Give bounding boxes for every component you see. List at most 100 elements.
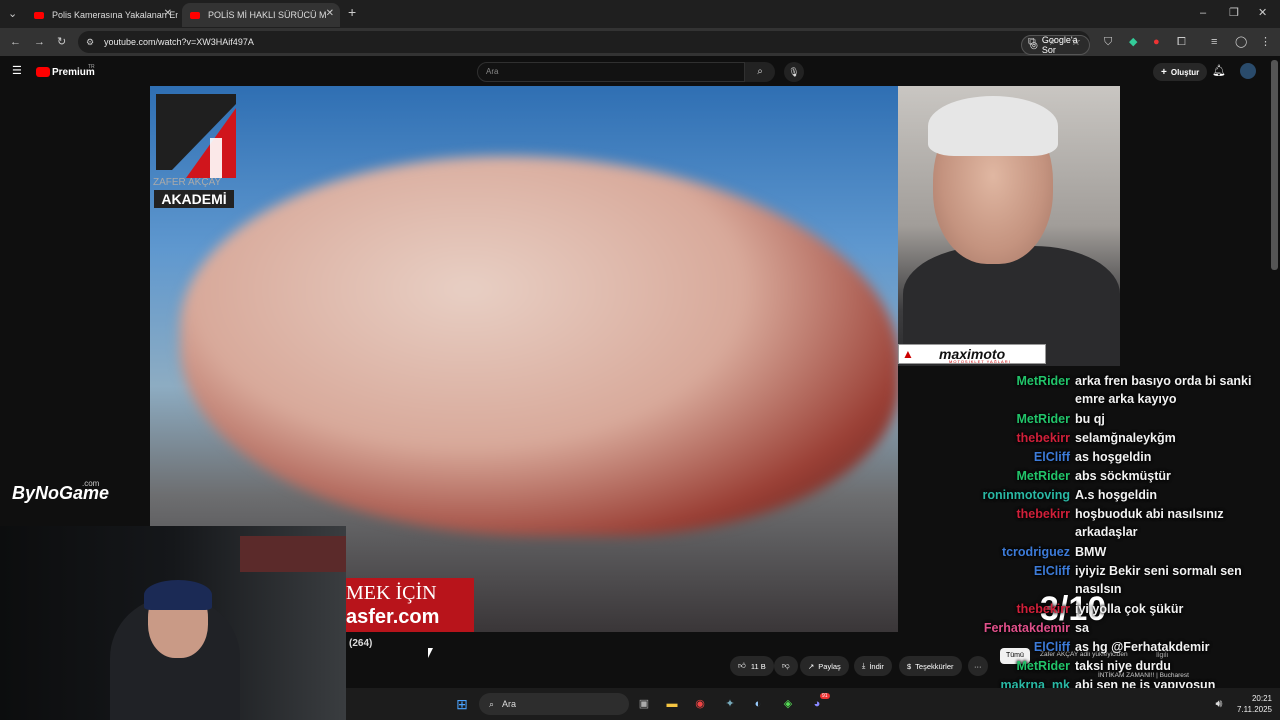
like-button[interactable]: 👍︎ 11 B	[730, 656, 774, 676]
tab-1-title: Polis Kamerasına Yakalanan En	[52, 10, 178, 20]
install-app-icon[interactable]: ⧉	[1028, 35, 1036, 49]
chat-username[interactable]: MetRider	[1017, 410, 1070, 428]
download-icon: ⤓	[862, 661, 866, 670]
chat-text: as hg @Ferhatakdemir	[1075, 640, 1210, 654]
youtube-logo-icon[interactable]	[36, 67, 50, 77]
thanks-button[interactable]: $ Teşekkürler	[899, 656, 962, 676]
media-controls-icon[interactable]: ≡	[1211, 35, 1217, 49]
chat-username[interactable]: MetRider	[1017, 657, 1070, 675]
avatar[interactable]	[1240, 63, 1256, 79]
extension-icon[interactable]: ◆	[1129, 35, 1137, 49]
search-icon: ⌕	[757, 66, 763, 77]
address-bar[interactable]: ⚙ youtube.com/watch?v=XW3HAif497A ◎ Goog…	[78, 31, 1090, 55]
browser-tab-bar: ⌄ Polis Kamerasına Yakalanan En ✕ POLİS …	[0, 0, 1280, 28]
page-scrollbar[interactable]	[1271, 60, 1278, 270]
chat-username[interactable]: ElCliff	[1034, 562, 1070, 580]
puzzle-extensions-icon[interactable]: ⧠	[1177, 35, 1186, 49]
volume-icon[interactable]: 🔊︎	[1211, 696, 1227, 712]
guest-hair	[928, 96, 1058, 156]
chat-text: arka fren basıyo orda bi sanki emre arka…	[1075, 374, 1252, 406]
comment-count: (264)	[349, 638, 373, 649]
zoom-icon[interactable]: ⌕	[1050, 35, 1056, 49]
chat-text: selamğnaleykğm	[1075, 431, 1176, 445]
maximize-icon[interactable]: ❐	[1229, 6, 1239, 20]
sponsor-subtitle: MOTOSİKLET YAĞLARI	[949, 359, 1011, 364]
chat-text: A.s hoşgeldin	[1075, 488, 1157, 502]
chat-username[interactable]: tcrodriguez	[1002, 543, 1070, 561]
create-button[interactable]: + Oluştur	[1153, 63, 1208, 81]
chat-username[interactable]: thebekirr	[1017, 505, 1071, 523]
streamer-cap	[144, 580, 212, 610]
tab-list-icon[interactable]: ⌄	[8, 7, 17, 21]
chat-username[interactable]: roninmotoving	[983, 486, 1071, 504]
clock-date: 7.11.2025	[1237, 705, 1272, 714]
forward-icon[interactable]: →	[34, 35, 45, 49]
windows-taskbar: ⊞ ⌕ Ara ▣ ▬ ◉ ✦ ◐ ◈ ◕ 91 🔊︎ 20:21 7.11.2…	[346, 688, 1280, 720]
chat-username[interactable]: ElCliff	[1034, 448, 1070, 466]
youtube-favicon-icon	[190, 11, 200, 19]
share-button[interactable]: ↗ Paylaş	[800, 656, 849, 676]
chat-username[interactable]: thebekirr	[1017, 429, 1071, 447]
microphone-icon: 🎙	[788, 67, 800, 77]
shield-extension-icon[interactable]: ⛉	[1104, 35, 1112, 49]
steam-icon[interactable]: ◐	[750, 696, 766, 712]
streamer-webcam	[0, 526, 346, 720]
back-icon[interactable]: ←	[10, 35, 21, 49]
mouse-cursor	[428, 648, 433, 658]
reload-icon[interactable]: ↻	[57, 35, 66, 49]
region-code: TR	[88, 64, 95, 70]
browser-menu-icon[interactable]: ⋮	[1260, 35, 1271, 49]
new-tab-button[interactable]: +	[348, 5, 356, 19]
minimize-icon[interactable]: –	[1200, 6, 1206, 20]
sponsor-logo-icon: ▲	[902, 347, 914, 361]
chat-username[interactable]: Ferhatakdemir	[984, 619, 1070, 637]
system-clock[interactable]: 20:21 7.11.2025	[1237, 693, 1272, 715]
guest-camera: ▲ maximoto MOTOSİKLET YAĞLARI	[898, 86, 1120, 366]
close-window-icon[interactable]: ✕	[1258, 6, 1267, 20]
chat-username[interactable]: MetRider	[1017, 372, 1070, 390]
download-label: İndir	[869, 661, 884, 671]
chat-username[interactable]: ElCliff	[1034, 638, 1070, 656]
chat-username[interactable]: MetRider	[1017, 467, 1070, 485]
close-tab-icon[interactable]: ✕	[326, 8, 334, 19]
banner-line-1: MEK İÇİN	[346, 582, 437, 604]
windows-start-icon[interactable]: ⊞	[454, 696, 470, 712]
extension-2-icon[interactable]: ●	[1153, 35, 1160, 49]
chat-text: BMW	[1075, 545, 1107, 559]
chrome-icon[interactable]: ◉	[692, 696, 708, 712]
bookmark-star-icon[interactable]: ☆	[1071, 35, 1081, 49]
file-explorer-icon[interactable]: ▬	[664, 696, 680, 712]
chat-text: iyi yolla çok şükür	[1075, 602, 1184, 616]
taskbar-search-label: Ara	[502, 699, 517, 709]
chat-text: taksi niye durdu	[1075, 659, 1171, 673]
chat-text: hoşbuoduk abi nasılsınız arkadaşlar	[1075, 507, 1224, 539]
app-2-icon[interactable]: ◈	[780, 696, 796, 712]
taskbar-search[interactable]: ⌕ Ara	[479, 693, 629, 715]
site-info-icon[interactable]: ⚙	[86, 35, 94, 49]
share-icon: ↗	[808, 661, 815, 671]
voice-search-button[interactable]: 🎙	[784, 62, 804, 82]
tab-2[interactable]: POLİS Mİ HAKLI SÜRÜCÜ M ✕	[182, 3, 340, 27]
profile-icon[interactable]: ◯	[1235, 35, 1247, 49]
thanks-label: Teşekkürler	[915, 661, 954, 671]
thumbs-up-icon: 👍︎	[738, 661, 746, 670]
share-label: Paylaş	[818, 661, 841, 671]
hamburger-menu-icon[interactable]: ☰	[12, 64, 22, 78]
notifications-bell-icon[interactable]: 🔔︎	[1212, 64, 1226, 78]
video-hand-scene	[180, 156, 898, 536]
search-icon: ⌕	[489, 698, 495, 709]
dislike-button[interactable]: 👎︎	[774, 656, 798, 676]
youtube-search-input[interactable]: Ara	[477, 62, 745, 82]
youtube-masthead: ☰ Premium TR Ara ⌕ 🎙 + Oluştur 🔔︎	[0, 56, 1280, 86]
search-button[interactable]: ⌕	[745, 62, 775, 82]
chat-username[interactable]: thebekirr	[1017, 600, 1071, 618]
brand-top-text: ZAFER AKÇAY	[153, 177, 222, 188]
chat-text: sa	[1075, 621, 1089, 635]
download-button[interactable]: ⤓ İndir	[854, 656, 892, 676]
chat-text: abs söckmüştür	[1075, 469, 1171, 483]
app-icon[interactable]: ✦	[722, 696, 738, 712]
close-tab-icon[interactable]: ✕	[164, 8, 172, 19]
task-view-icon[interactable]: ▣	[636, 696, 652, 712]
tab-1[interactable]: Polis Kamerasına Yakalanan En ✕	[26, 3, 178, 27]
clock-time: 20:21	[1251, 694, 1272, 703]
